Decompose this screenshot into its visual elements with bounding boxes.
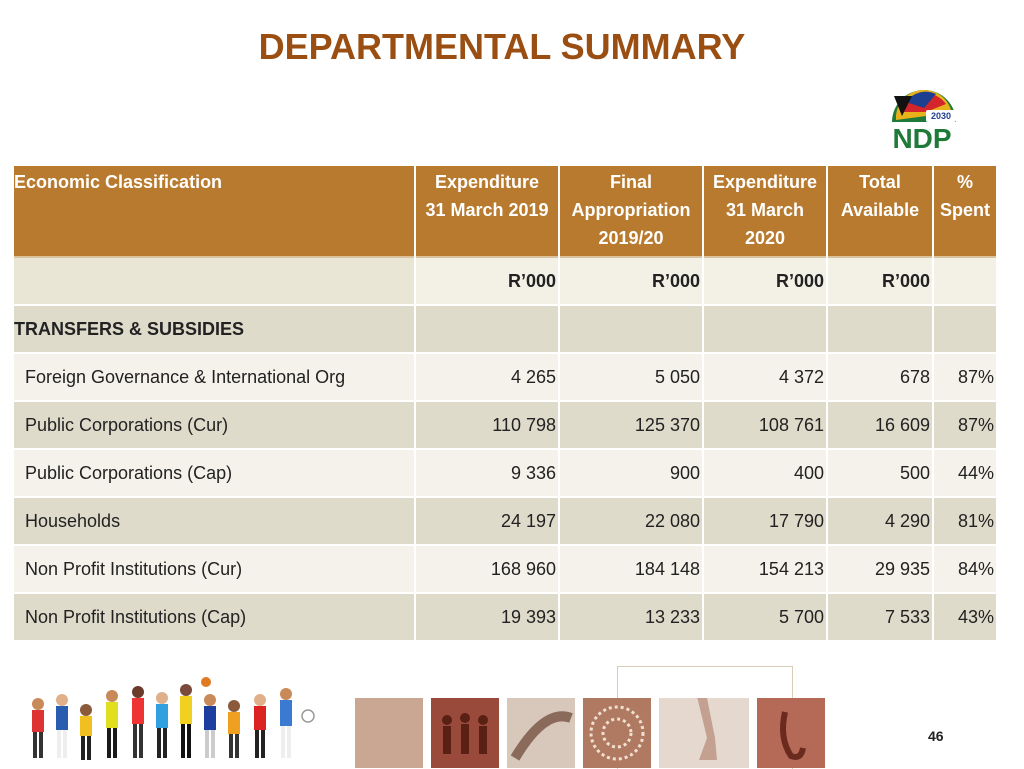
empty-cell (828, 306, 932, 354)
cell-total: 4 290 (828, 498, 932, 546)
unit-cell: R’000 (828, 258, 932, 306)
header-percent-spent: % Spent (934, 166, 996, 258)
row-label: Foreign Governance & International Org (14, 354, 414, 402)
logo-year: 2030 (931, 111, 951, 121)
cell-final: 13 233 (560, 594, 702, 642)
header-spent-line2: Spent (939, 200, 990, 220)
summary-table: Economic Classification Expenditure 31 M… (12, 166, 998, 642)
unit-cell: R’000 (416, 258, 558, 306)
row-label: Public Corporations (Cur) (14, 402, 414, 450)
unit-cell: R’000 (704, 258, 826, 306)
row-label: Public Corporations (Cap) (14, 450, 414, 498)
header-final-line3: 2019/20 (598, 228, 664, 248)
page-title: DEPARTMENTAL SUMMARY (258, 26, 746, 67)
header-final-appropriation: Final Appropriation 2019/20 (560, 166, 702, 258)
empty-cell (934, 306, 996, 354)
cell-exp2020: 4 372 (704, 354, 826, 402)
header-classification: Economic Classification (14, 166, 414, 258)
cell-total: 29 935 (828, 546, 932, 594)
header-spent-line1: % (956, 172, 973, 192)
table-row: Households 24 197 22 080 17 790 4 290 81… (14, 498, 996, 546)
header-total-available: Total Available (828, 166, 932, 258)
cell-final: 125 370 (560, 402, 702, 450)
header-expenditure-2019: Expenditure 31 March 2019 (416, 166, 558, 258)
sports-children-image (32, 677, 315, 760)
row-label: Non Profit Institutions (Cur) (14, 546, 414, 594)
logo-text: NDP (892, 123, 951, 154)
units-empty-cell (934, 258, 996, 306)
child-figures (32, 677, 315, 760)
cell-exp2020: 108 761 (704, 402, 826, 450)
header-exp2020-line2: 31 March (725, 200, 805, 220)
unit-cell: R’000 (560, 258, 702, 306)
photo-braille (355, 698, 423, 768)
cell-exp2019: 110 798 (416, 402, 558, 450)
table-row: Public Corporations (Cur) 110 798 125 37… (14, 402, 996, 450)
cell-spent: 81% (934, 498, 996, 546)
header-total-line1: Total (859, 172, 901, 192)
cell-exp2020: 400 (704, 450, 826, 498)
header-final-line2: Appropriation (571, 200, 691, 220)
cell-total: 7 533 (828, 594, 932, 642)
table-row: Foreign Governance & International Org 4… (14, 354, 996, 402)
cell-final: 22 080 (560, 498, 702, 546)
ndp-logo: 2030 NDP (892, 89, 956, 154)
cell-exp2020: 17 790 (704, 498, 826, 546)
cell-total: 16 609 (828, 402, 932, 450)
page-number: 46 (928, 728, 944, 744)
header-expenditure-2020: Expenditure 31 March 2020 (704, 166, 826, 258)
cell-final: 900 (560, 450, 702, 498)
empty-cell (416, 306, 558, 354)
cell-spent: 43% (934, 594, 996, 642)
header-exp2020-line1: Expenditure (712, 172, 818, 192)
units-empty-cell (14, 258, 414, 306)
cell-exp2019: 168 960 (416, 546, 558, 594)
cell-exp2019: 4 265 (416, 354, 558, 402)
cell-spent: 87% (934, 354, 996, 402)
header-total-line2: Available (840, 200, 920, 220)
section-label: TRANSFERS & SUBSIDIES (14, 306, 414, 354)
cell-spent: 84% (934, 546, 996, 594)
header-exp2019-line1: Expenditure (434, 172, 540, 192)
header-exp2019-line2: 31 March 2019 (425, 200, 549, 220)
cell-total: 500 (828, 450, 932, 498)
row-label: Households (14, 498, 414, 546)
header-final-line1: Final (609, 172, 652, 192)
cell-spent: 87% (934, 402, 996, 450)
cell-exp2019: 19 393 (416, 594, 558, 642)
cell-final: 5 050 (560, 354, 702, 402)
cell-final: 184 148 (560, 546, 702, 594)
section-row: TRANSFERS & SUBSIDIES (14, 306, 996, 354)
empty-cell (560, 306, 702, 354)
cell-total: 678 (828, 354, 932, 402)
cell-exp2019: 9 336 (416, 450, 558, 498)
arts-culture-photo-strip (355, 698, 825, 768)
empty-cell (704, 306, 826, 354)
cell-exp2020: 154 213 (704, 546, 826, 594)
cell-spent: 44% (934, 450, 996, 498)
cell-exp2019: 24 197 (416, 498, 558, 546)
table-row: Non Profit Institutions (Cur) 168 960 18… (14, 546, 996, 594)
cell-exp2020: 5 700 (704, 594, 826, 642)
units-row: R’000 R’000 R’000 R’000 (14, 258, 996, 306)
table-row: Public Corporations (Cap) 9 336 900 400 … (14, 450, 996, 498)
table-header-row: Economic Classification Expenditure 31 M… (14, 166, 996, 258)
table-row: Non Profit Institutions (Cap) 19 393 13 … (14, 594, 996, 642)
row-label: Non Profit Institutions (Cap) (14, 594, 414, 642)
header-exp2020-line3: 2020 (744, 228, 786, 248)
